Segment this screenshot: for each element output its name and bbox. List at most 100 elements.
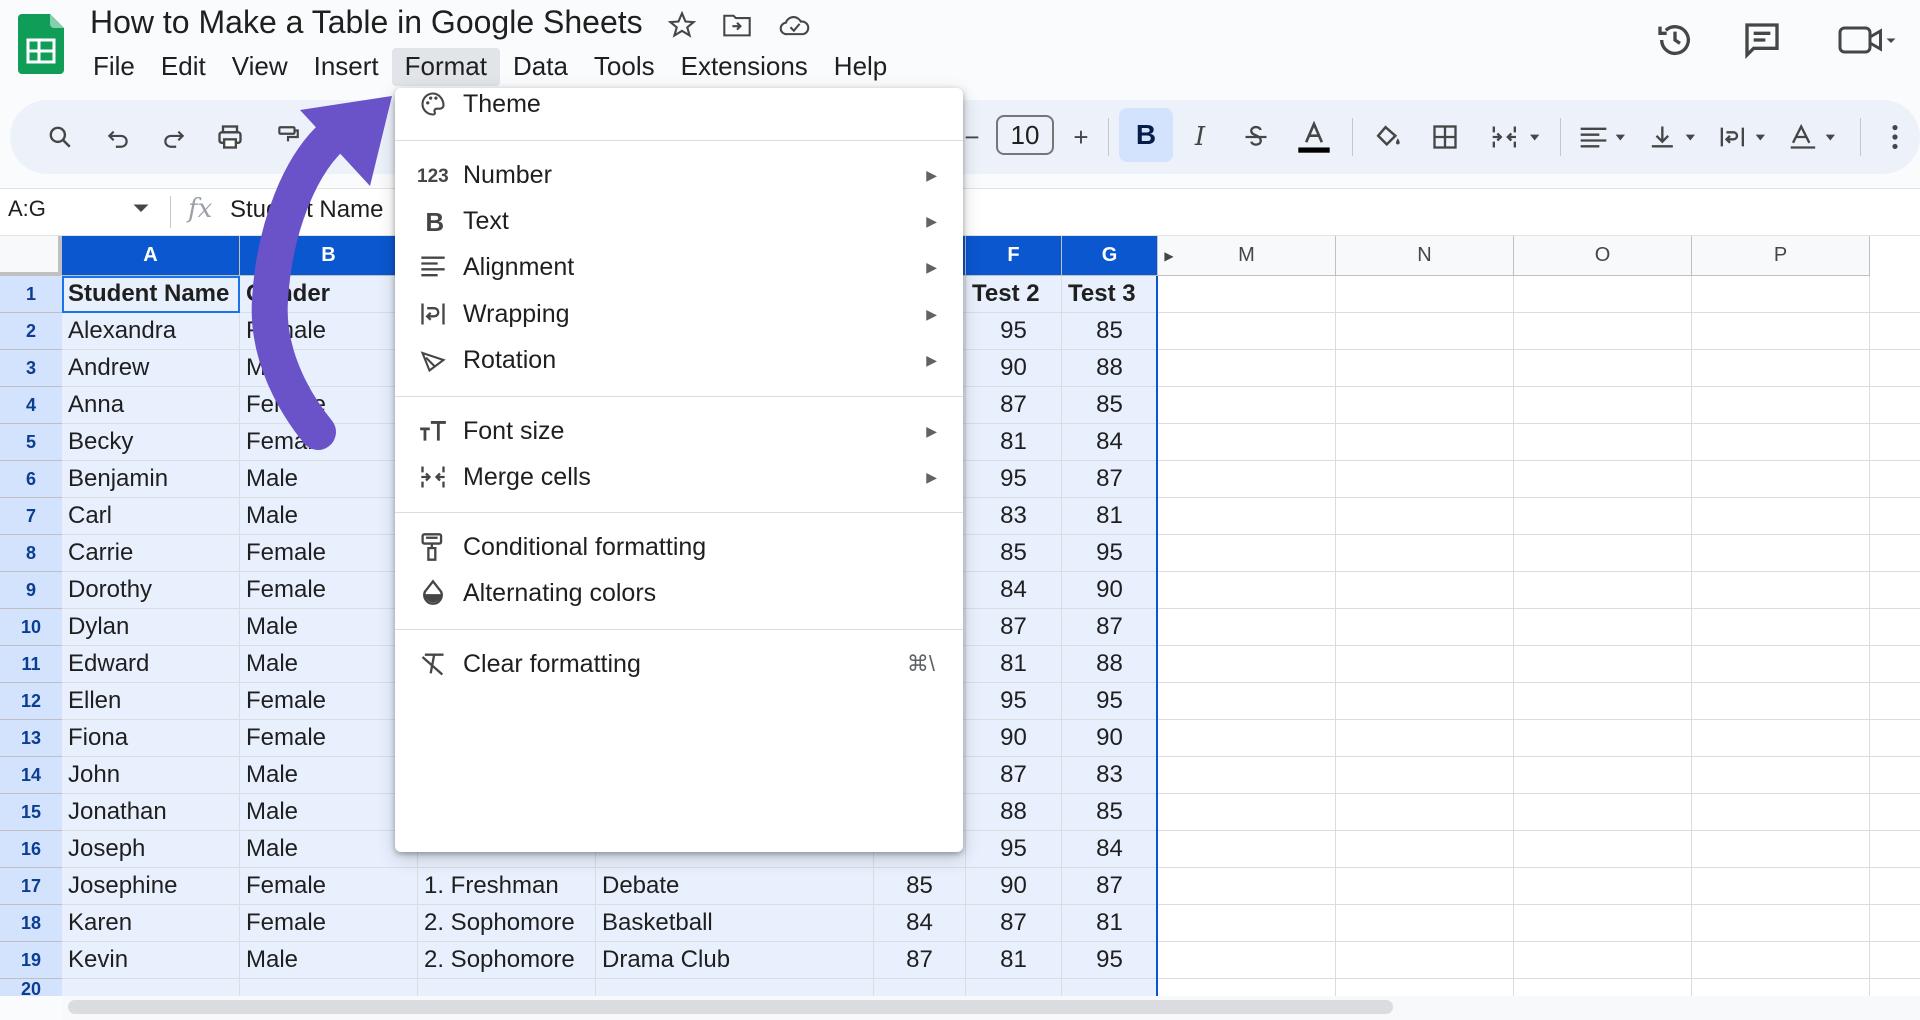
cell-e[interactable]: 87 (874, 942, 966, 979)
empty-cell[interactable] (1870, 350, 1920, 387)
empty-cell[interactable] (1336, 498, 1514, 535)
cell-a[interactable]: Carl (62, 498, 240, 535)
empty-cell[interactable] (1336, 276, 1514, 313)
column-header-f[interactable]: F (966, 236, 1062, 276)
cell-g[interactable]: 95 (1062, 942, 1158, 979)
cell-g[interactable]: 85 (1062, 794, 1158, 831)
star-icon[interactable] (665, 8, 699, 42)
row-header[interactable]: 4 (0, 387, 62, 424)
row-header[interactable]: 5 (0, 424, 62, 461)
cell-b[interactable]: Female (240, 572, 418, 609)
row-header[interactable]: 16 (0, 831, 62, 868)
cell-b[interactable]: Female (240, 720, 418, 757)
row-header[interactable]: 18 (0, 905, 62, 942)
empty-cell[interactable] (1514, 757, 1692, 794)
cell-c[interactable]: 2. Sophomore (418, 942, 596, 979)
empty-cell[interactable] (1336, 942, 1514, 979)
cell-f[interactable]: 95 (966, 461, 1062, 498)
cell-a[interactable]: Carrie (62, 535, 240, 572)
cell-a[interactable]: Dylan (62, 609, 240, 646)
empty-cell[interactable] (1514, 461, 1692, 498)
column-header-o[interactable]: O (1514, 236, 1692, 276)
cell-b[interactable]: Female (240, 387, 418, 424)
empty-cell[interactable] (1870, 313, 1920, 350)
cell-d[interactable] (596, 979, 874, 996)
empty-cell[interactable] (1158, 498, 1336, 535)
menu-item-alternating-colors[interactable]: Alternating colors (395, 565, 963, 621)
header-cell-a[interactable]: Student Name (62, 276, 240, 313)
empty-cell[interactable] (1514, 276, 1692, 313)
empty-cell[interactable] (1870, 720, 1920, 757)
empty-cell[interactable] (1870, 424, 1920, 461)
cell-a[interactable]: Fiona (62, 720, 240, 757)
meet-video-icon[interactable] (1832, 20, 1902, 60)
empty-cell[interactable] (1336, 646, 1514, 683)
row-header[interactable]: 15 (0, 794, 62, 831)
cell-a[interactable]: Joseph (62, 831, 240, 868)
empty-cell[interactable] (1514, 313, 1692, 350)
empty-cell[interactable] (1692, 313, 1870, 350)
paint-format-icon[interactable] (268, 114, 308, 160)
cell-d[interactable]: Basketball (596, 905, 874, 942)
cell-g[interactable]: 84 (1062, 831, 1158, 868)
empty-cell[interactable] (1870, 683, 1920, 720)
fill-color-icon[interactable] (1366, 114, 1410, 160)
empty-cell[interactable] (1870, 387, 1920, 424)
cell-b[interactable]: Male (240, 646, 418, 683)
empty-cell[interactable] (1870, 757, 1920, 794)
cell-g[interactable]: 87 (1062, 609, 1158, 646)
empty-cell[interactable] (1158, 461, 1336, 498)
empty-cell[interactable] (1870, 905, 1920, 942)
row-header[interactable]: 17 (0, 868, 62, 905)
header-cell-b[interactable]: Gender (240, 276, 418, 313)
empty-cell[interactable] (1158, 535, 1336, 572)
empty-cell[interactable] (1514, 646, 1692, 683)
name-box[interactable]: A:G (8, 196, 46, 222)
empty-cell[interactable] (1514, 831, 1692, 868)
sheets-logo-icon[interactable] (18, 14, 64, 74)
empty-cell[interactable] (1870, 572, 1920, 609)
undo-icon[interactable] (98, 114, 138, 160)
cell-b[interactable]: Male (240, 498, 418, 535)
vertical-align-icon[interactable] (1644, 114, 1704, 160)
cell-b[interactable] (240, 979, 418, 996)
cell-g[interactable]: 88 (1062, 646, 1158, 683)
cell-a[interactable]: Dorothy (62, 572, 240, 609)
name-box-dropdown-icon[interactable] (132, 200, 150, 223)
empty-cell[interactable] (1692, 461, 1870, 498)
row-header[interactable]: 14 (0, 757, 62, 794)
empty-cell[interactable] (1158, 979, 1336, 996)
search-menus-icon[interactable] (40, 114, 80, 160)
empty-cell[interactable] (1692, 535, 1870, 572)
empty-cell[interactable] (1514, 979, 1692, 996)
cell-g[interactable] (1062, 979, 1158, 996)
cell-d[interactable]: Debate (596, 868, 874, 905)
cell-c[interactable] (418, 979, 596, 996)
empty-cell[interactable] (1514, 905, 1692, 942)
empty-cell[interactable] (1870, 831, 1920, 868)
cell-g[interactable]: 87 (1062, 868, 1158, 905)
empty-cell[interactable] (1514, 387, 1692, 424)
cell-a[interactable]: Josephine (62, 868, 240, 905)
cell-f[interactable]: 87 (966, 387, 1062, 424)
merge-cells-toolbar-icon[interactable] (1484, 114, 1548, 160)
cell-b[interactable]: Male (240, 942, 418, 979)
empty-cell[interactable] (1514, 868, 1692, 905)
cell-f[interactable]: 85 (966, 535, 1062, 572)
row-header[interactable]: 20 (0, 979, 62, 996)
empty-cell[interactable] (1158, 387, 1336, 424)
menu-insert[interactable]: Insert (301, 48, 392, 86)
empty-cell[interactable] (1870, 942, 1920, 979)
cell-b[interactable]: Male (240, 794, 418, 831)
empty-cell[interactable] (1692, 609, 1870, 646)
empty-cell[interactable] (1692, 979, 1870, 996)
cell-f[interactable]: 83 (966, 498, 1062, 535)
cell-a[interactable]: Edward (62, 646, 240, 683)
empty-cell[interactable] (1514, 609, 1692, 646)
empty-cell[interactable] (1158, 720, 1336, 757)
cell-b[interactable]: Male (240, 461, 418, 498)
row-header[interactable]: 3 (0, 350, 62, 387)
empty-cell[interactable] (1692, 572, 1870, 609)
empty-cell[interactable] (1514, 350, 1692, 387)
more-options-icon[interactable] (1880, 114, 1910, 160)
